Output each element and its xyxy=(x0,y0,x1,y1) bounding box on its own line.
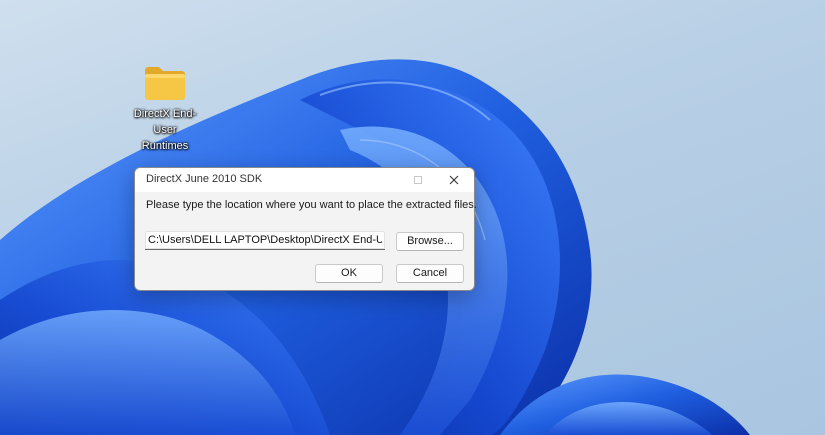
browse-button[interactable]: Browse... xyxy=(396,232,464,251)
desktop-folder-directx-runtimes[interactable]: DirectX End-User Runtimes xyxy=(130,64,200,154)
dialog-title: DirectX June 2010 SDK xyxy=(146,173,263,185)
extract-path-input[interactable] xyxy=(145,231,385,250)
dialog-titlebar[interactable]: DirectX June 2010 SDK xyxy=(135,168,474,192)
extract-dialog: DirectX June 2010 SDK Please type the lo… xyxy=(134,167,477,291)
desktop: DirectX End-User Runtimes DirectX June 2… xyxy=(0,0,825,435)
folder-icon xyxy=(145,67,185,100)
maximize-icon xyxy=(414,176,422,184)
cancel-button[interactable]: Cancel xyxy=(396,264,464,283)
desktop-icon-label: DirectX End-User Runtimes xyxy=(133,108,197,152)
maximize-button xyxy=(410,172,426,188)
ok-button[interactable]: OK xyxy=(315,264,383,283)
close-button[interactable] xyxy=(444,171,464,189)
close-icon xyxy=(449,175,459,185)
dialog-prompt: Please type the location where you want … xyxy=(146,199,477,211)
